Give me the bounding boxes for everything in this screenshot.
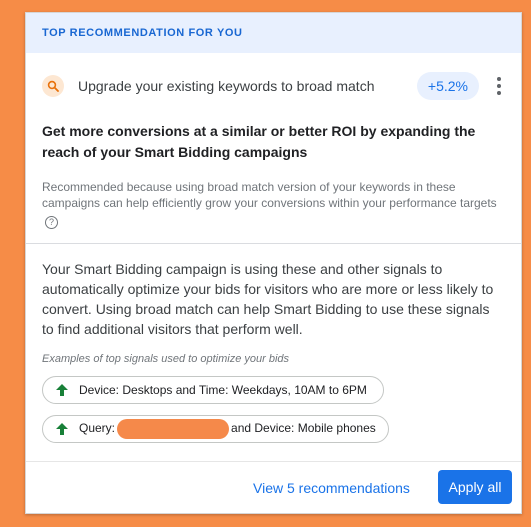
recommendation-headline: Get more conversions at a similar or bet… — [42, 123, 476, 160]
signal-chip: Query: and Device: Mobile phones — [42, 415, 389, 443]
apply-all-button[interactable]: Apply all — [438, 470, 512, 504]
uplift-badge: +5.2% — [416, 72, 479, 100]
card-header: TOP RECOMMENDATION FOR YOU — [26, 13, 521, 53]
recommendation-card: TOP RECOMMENDATION FOR YOU Upgrade your … — [25, 12, 522, 514]
section-divider — [26, 243, 521, 244]
recommendation-reason: Recommended because using broad match ve… — [42, 179, 501, 229]
recommendation-title: Upgrade your existing keywords to broad … — [78, 78, 375, 94]
signal-query-prefix: Query: — [79, 421, 116, 436]
signal-chip-text: Query: and Device: Mobile phones — [79, 419, 376, 439]
more-vert-icon[interactable] — [493, 77, 505, 95]
search-icon — [42, 75, 64, 97]
help-icon[interactable]: ? — [45, 216, 58, 229]
card-header-title: TOP RECOMMENDATION FOR YOU — [42, 27, 243, 39]
arrow-up-icon — [55, 422, 69, 436]
redaction-mark — [117, 419, 230, 439]
arrow-up-icon — [55, 383, 69, 397]
reason-text: Recommended because using broad match ve… — [42, 180, 497, 210]
signal-chip: Device: Desktops and Time: Weekdays, 10A… — [42, 376, 384, 404]
footer-divider — [26, 461, 521, 462]
examples-label: Examples of top signals used to optimize… — [42, 353, 290, 365]
view-recommendations-link[interactable]: View 5 recommendations — [253, 480, 410, 496]
recommendation-row[interactable]: Upgrade your existing keywords to broad … — [42, 71, 505, 101]
explanation-text: Your Smart Bidding campaign is using the… — [42, 261, 494, 337]
signal-chip-text: Device: Desktops and Time: Weekdays, 10A… — [79, 383, 367, 397]
signal-query-suffix: and Device: Mobile phones — [231, 421, 376, 436]
